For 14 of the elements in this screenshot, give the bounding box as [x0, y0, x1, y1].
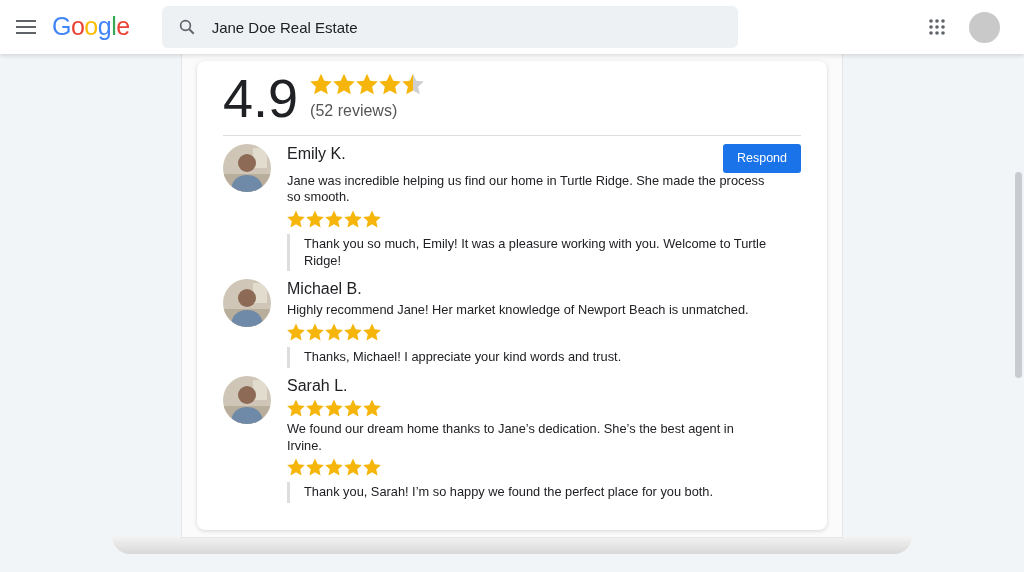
reviewer-name: Michael B. — [287, 279, 362, 299]
logo[interactable]: Google — [52, 8, 130, 46]
reviewer-name: Emily K. — [287, 144, 346, 164]
owner-reply: Thank you so much, Emily! It was a pleasure working with you. Welcome to Turtle Ridge! — [287, 234, 801, 272]
review-count: (52 reviews) — [310, 101, 399, 121]
reviewer-name: Sarah L. — [287, 375, 348, 395]
search-field[interactable]: Jane Doe Real Estate — [161, 6, 738, 48]
owner-reply: Thanks, Michael! I appreciate your kind words and trust. — [287, 347, 801, 368]
review-text: We found our dream home thanks to Jane’s dedication. She’s the best agent in Irvine. — [287, 420, 735, 455]
rating-value: 4.9 — [223, 71, 299, 125]
owner-reply: Thank you, Sarah! I’m so happy we found the perfect place for you both. — [287, 482, 801, 503]
review-text: Highly recommend Jane! Her market knowledge of Newport Beach is unmatched. — [287, 302, 750, 320]
respond-button[interactable]: Respond — [722, 144, 801, 173]
review-text: Jane was incredible helping us find our home in Turtle Ridge. She made the process so smooth. — [287, 172, 766, 206]
